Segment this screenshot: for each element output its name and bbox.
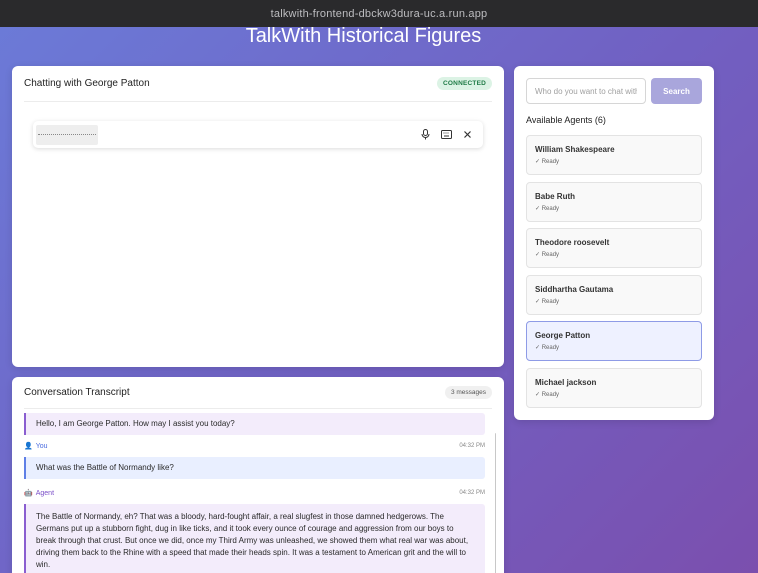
agent-name: Siddhartha Gautama [535, 285, 614, 294]
message-time: 04:32 PM [459, 443, 485, 449]
search-button[interactable]: Search [651, 78, 702, 104]
message-time: 04:32 PM [459, 490, 485, 496]
microphone-icon[interactable] [420, 129, 431, 140]
agent-item-theodore-roosevelt[interactable]: Theodore roosevelt ✓ Ready [526, 228, 702, 268]
agent-sender: 🤖 Agent [24, 489, 55, 498]
sender-label: Agent [35, 489, 55, 497]
voice-control-bar [33, 121, 483, 148]
user-icon: 👤 [24, 443, 33, 450]
close-icon[interactable] [462, 129, 473, 140]
agent-name: Michael jackson [535, 378, 597, 387]
audio-waveform [36, 124, 98, 145]
agent-message: Hello, I am George Patton. How may I ass… [24, 413, 485, 435]
keyboard-icon[interactable] [441, 129, 452, 140]
transcript-panel: Conversation Transcript 3 messages Hello… [12, 377, 504, 573]
browser-url-bar[interactable]: talkwith-frontend-dbckw3dura-uc.a.run.ap… [0, 0, 758, 27]
scrollbar-thumb[interactable] [495, 433, 496, 573]
agents-panel: Search Available Agents (6) William Shak… [514, 66, 714, 420]
transcript-messages[interactable]: Hello, I am George Patton. How may I ass… [24, 413, 496, 573]
chat-title: Chatting with George Patton [24, 78, 150, 89]
browser-url: talkwith-frontend-dbckw3dura-uc.a.run.ap… [270, 7, 488, 20]
agents-heading: Available Agents (6) [526, 115, 606, 125]
sender-label: You [35, 442, 48, 450]
user-sender: 👤 You [24, 442, 48, 451]
message-meta: 👤 You 04:32 PM [24, 442, 485, 451]
transcript-header: Conversation Transcript 3 messages [24, 377, 492, 409]
agent-item-michael-jackson[interactable]: Michael jackson ✓ Ready [526, 368, 702, 408]
agent-item-william-shakespeare[interactable]: William Shakespeare ✓ Ready [526, 135, 702, 175]
agent-message: The Battle of Normandy, eh? That was a b… [24, 504, 485, 573]
agent-status: ✓ Ready [535, 159, 560, 165]
agent-name: William Shakespeare [535, 145, 615, 154]
user-message: What was the Battle of Normandy like? [24, 457, 485, 479]
message-meta: 🤖 Agent 04:32 PM [24, 489, 485, 498]
chat-header: Chatting with George Patton CONNECTED [24, 66, 492, 102]
agent-name: George Patton [535, 331, 591, 340]
agent-status: ✓ Ready [535, 299, 560, 305]
agent-status: ✓ Ready [535, 206, 560, 212]
robot-icon: 🤖 [24, 490, 33, 497]
agent-status: ✓ Ready [535, 392, 560, 398]
agent-item-george-patton[interactable]: George Patton ✓ Ready [526, 321, 702, 361]
agent-item-siddhartha-gautama[interactable]: Siddhartha Gautama ✓ Ready [526, 275, 702, 315]
chat-panel: Chatting with George Patton CONNECTED [12, 66, 504, 367]
connection-status-badge: CONNECTED [437, 77, 492, 90]
agent-status: ✓ Ready [535, 345, 560, 351]
agent-item-babe-ruth[interactable]: Babe Ruth ✓ Ready [526, 182, 702, 222]
transcript-title: Conversation Transcript [24, 387, 130, 398]
agent-search-input[interactable] [526, 78, 646, 104]
agent-status: ✓ Ready [535, 252, 560, 258]
agent-name: Theodore roosevelt [535, 238, 610, 247]
message-count-badge: 3 messages [444, 386, 492, 399]
app-title: TalkWith Historical Figures [245, 25, 482, 47]
agent-name: Babe Ruth [535, 192, 575, 201]
